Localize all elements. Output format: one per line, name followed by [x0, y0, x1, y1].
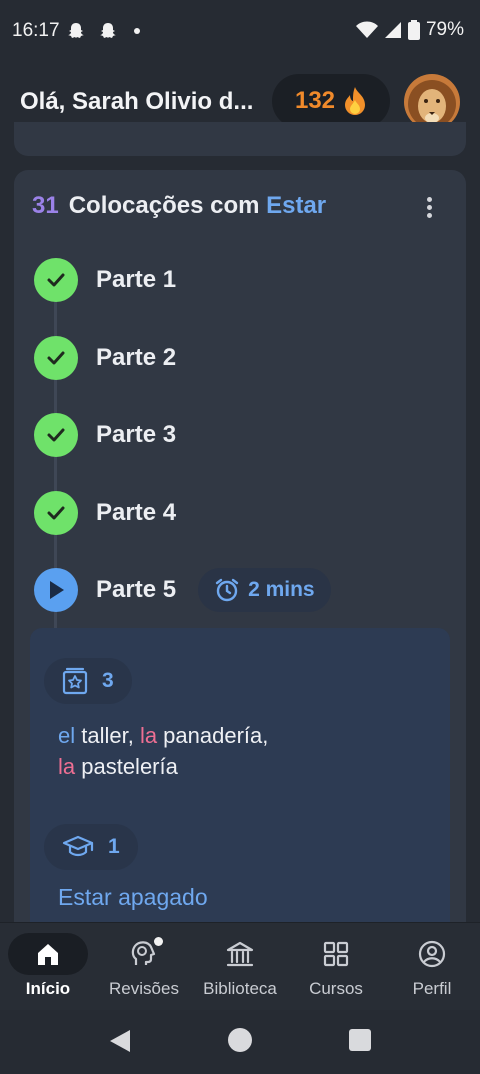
part-item-current[interactable]: Parte 5 2 mins [34, 568, 331, 612]
unit-title-accent: Estar [266, 192, 327, 219]
unit-number: 31 [32, 192, 59, 219]
signal-icon [384, 22, 401, 38]
part-item[interactable]: Parte 1 [34, 258, 176, 302]
nav-icon-container [8, 933, 88, 975]
word: taller, [75, 723, 140, 748]
nav-item-inicio[interactable]: Início [0, 923, 96, 1011]
part-label: Parte 4 [96, 499, 177, 526]
unit-title-text: Colocações com [68, 192, 260, 219]
vocabulary-count: 3 [102, 669, 114, 692]
nav-item-cursos[interactable]: Cursos [288, 923, 384, 1011]
bottom-nav: Início Revisões Biblioteca Cursos Perfil [0, 922, 480, 1011]
snapchat-icon [100, 23, 116, 38]
grammar-link[interactable]: Estar apagado [58, 884, 208, 911]
greeting: Olá, Sarah Olivio d... [20, 88, 254, 115]
nav-label: Perfil [412, 979, 452, 998]
back-icon[interactable] [108, 1028, 132, 1054]
part-label: Parte 5 [96, 576, 177, 603]
check-icon [34, 336, 78, 380]
article: la [58, 754, 76, 779]
streak-count: 132 [294, 87, 336, 114]
unit-title: 31 Colocações com Estar [32, 192, 326, 220]
part-item[interactable]: Parte 4 [34, 491, 176, 535]
status-bar: 16:17 79% [0, 0, 480, 62]
grid-icon [323, 941, 349, 967]
lesson-preview[interactable]: 3 el taller, la panadería, la pastelería… [30, 628, 450, 950]
vocabulary-line: la pastelería [58, 751, 268, 782]
wifi-icon [355, 21, 378, 38]
nav-item-revisoes[interactable]: Revisões [96, 923, 192, 1011]
system-nav-bar [0, 1010, 480, 1074]
nav-item-biblioteca[interactable]: Biblioteca [192, 923, 288, 1011]
streak-button[interactable]: 132 [272, 74, 390, 128]
vocabulary-line: el taller, la panadería, [58, 720, 268, 751]
duration-text: 2 mins [248, 578, 315, 601]
nav-icon-container [296, 933, 376, 975]
battery-icon [407, 20, 420, 40]
unit-card: 31 Colocações com Estar Parte 1 Parte 2 P… [14, 170, 466, 950]
check-icon [34, 413, 78, 457]
nav-label: Início [25, 979, 71, 998]
alarm-clock-icon [215, 578, 239, 602]
nav-icon-container [104, 933, 184, 975]
home-button[interactable] [228, 1028, 252, 1052]
notification-dot [134, 28, 140, 34]
snapchat-icon [68, 23, 84, 38]
article: la [139, 723, 158, 748]
part-item[interactable]: Parte 3 [34, 413, 176, 457]
nav-label: Revisões [109, 979, 179, 998]
check-icon [34, 491, 78, 535]
check-icon [34, 258, 78, 302]
profile-icon [418, 940, 446, 968]
grammar-count-badge: 1 [44, 824, 138, 870]
recents-button[interactable] [349, 1029, 371, 1051]
nav-icon-container [200, 933, 280, 975]
part-label: Parte 2 [96, 344, 177, 371]
home-icon [38, 944, 58, 965]
battery-level: 79% [425, 19, 464, 40]
nav-icon-container [392, 933, 472, 975]
notification-dot [154, 937, 163, 946]
status-time: 16:17 [12, 20, 60, 41]
article: el [58, 723, 76, 748]
vocabulary-list: el taller, la panadería, la pastelería [58, 720, 268, 782]
word: panadería, [157, 723, 269, 748]
previous-card [14, 122, 466, 156]
flashcard-star-icon [62, 667, 88, 695]
library-icon [226, 941, 254, 967]
flame-icon [345, 87, 366, 115]
part-label: Parte 1 [96, 266, 177, 293]
vocabulary-count-badge: 3 [44, 658, 132, 704]
graduation-cap-icon [62, 835, 94, 857]
duration-badge: 2 mins [198, 568, 331, 612]
nav-item-perfil[interactable]: Perfil [384, 923, 480, 1011]
word: pastelería [75, 754, 178, 779]
part-item[interactable]: Parte 2 [34, 336, 176, 380]
nav-label: Biblioteca [203, 979, 277, 998]
part-label: Parte 3 [96, 421, 177, 448]
grammar-count: 1 [108, 835, 120, 858]
play-icon [34, 568, 78, 612]
nav-label: Cursos [309, 979, 363, 998]
more-options-button[interactable] [418, 194, 440, 224]
